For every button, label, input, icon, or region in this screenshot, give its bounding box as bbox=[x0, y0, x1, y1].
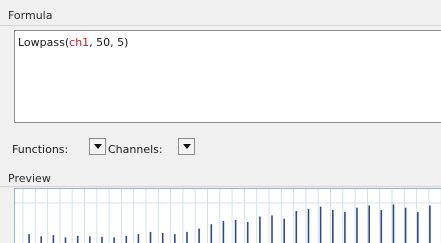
formula-group-divider bbox=[0, 25, 441, 26]
preview-group-divider bbox=[0, 186, 441, 187]
channels-dropdown-button[interactable] bbox=[178, 138, 195, 155]
formula-args-text: , 50, 5) bbox=[89, 36, 129, 49]
formula-editor[interactable]: Lowpass(ch1, 50, 5) bbox=[14, 30, 441, 123]
preview-plot bbox=[14, 188, 441, 243]
formula-function-text: Lowpass( bbox=[18, 36, 70, 49]
formula-channel-arg: ch1 bbox=[69, 36, 90, 49]
preview-signal-svg bbox=[15, 189, 441, 243]
formula-group-title: Formula bbox=[8, 9, 53, 22]
preview-group-title: Preview bbox=[8, 172, 51, 185]
functions-label: Functions: bbox=[12, 143, 69, 156]
channels-label: Channels: bbox=[108, 143, 163, 156]
functions-dropdown-button[interactable] bbox=[89, 138, 106, 155]
